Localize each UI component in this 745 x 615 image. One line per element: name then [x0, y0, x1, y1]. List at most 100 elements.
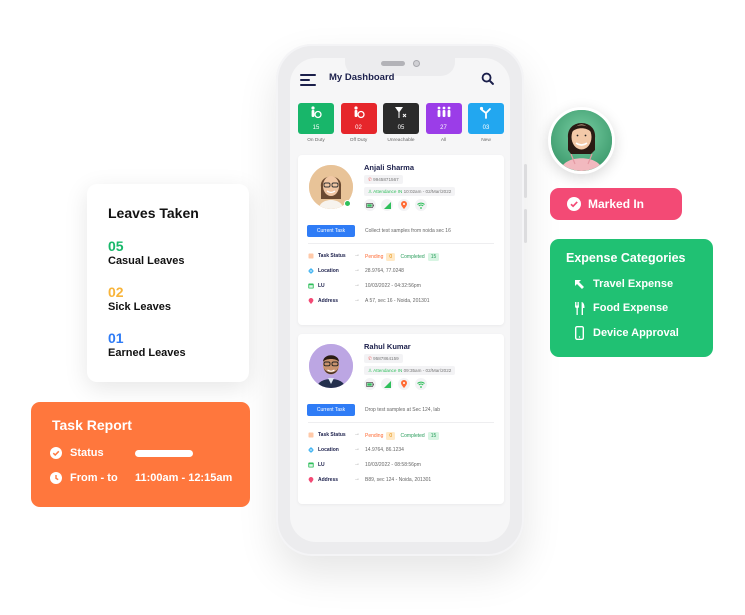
phone-chip[interactable]: ✆ 9945871567: [364, 175, 403, 184]
divider: [308, 243, 494, 244]
employee-name: Rahul Kumar: [364, 342, 411, 351]
leave-label: Sick Leaves: [108, 301, 171, 313]
from-to-label: From - to: [70, 472, 118, 484]
address-value: A 57, sec 16 - Noida, 201301: [365, 298, 430, 304]
employee-card[interactable]: Rahul Kumar ✆ 9587864159 ♙ Attendance IN…: [298, 334, 504, 504]
calendar-icon: [308, 283, 314, 289]
task-status-row: Task Status → Pending 0 Completed 15: [308, 251, 500, 263]
expense-item-travel[interactable]: Travel Expense: [574, 278, 673, 290]
front-camera: [413, 60, 420, 67]
leave-item-earned: 01 Earned Leaves: [108, 330, 186, 360]
marked-in-label: Marked In: [588, 197, 645, 211]
page-title: My Dashboard: [329, 72, 395, 83]
location-label: Location: [318, 268, 339, 274]
completed-count: 15: [427, 432, 440, 440]
expense-item-device[interactable]: Device Approval: [574, 326, 679, 340]
phone-screen: My Dashboard 15 On Duty 02 Off Duty 05 U…: [290, 58, 510, 542]
leave-count: 01: [108, 330, 124, 346]
device-status-icons: [364, 199, 427, 211]
task-description: Drop test samples at Sec 124, lab: [365, 407, 441, 413]
stat-unreachable[interactable]: 05 Unreachable: [383, 103, 419, 143]
address-row: Address → B89, sec 124 - Noida, 201301: [308, 475, 500, 487]
leave-count: 02: [108, 284, 124, 300]
lu-label: LU: [318, 283, 325, 289]
stat-label: Off Duty: [349, 138, 368, 143]
map-pin-icon: [308, 477, 314, 483]
stat-count: 27: [440, 125, 447, 131]
arrow-icon: →: [354, 461, 360, 467]
person-check-icon: [311, 106, 322, 119]
location-row: Location → 28.9764, 77.0248: [308, 266, 500, 278]
leave-label: Casual Leaves: [108, 255, 185, 267]
location-value: 14.9764, 86.1234: [365, 447, 404, 453]
attendance-chip: ♙ Attendance IN 09:35am - 02/Mar/2022: [364, 366, 456, 375]
arrow-icon: →: [354, 476, 360, 482]
address-row: Address → A 57, sec 16 - Noida, 201301: [308, 296, 500, 308]
leave-count: 05: [108, 238, 124, 254]
employee-card[interactable]: Anjali Sharma ✆ 9945871567 ♙ Attendance …: [298, 155, 504, 325]
completed-label: Completed: [400, 433, 425, 439]
search-icon[interactable]: [481, 72, 494, 85]
current-task-button[interactable]: Current Task: [307, 225, 355, 237]
last-updated-row: LU → 10/03/2022 - 04:32:56pm: [308, 281, 500, 293]
leaves-taken-card: Leaves Taken 05 Casual Leaves 02 Sick Le…: [87, 184, 249, 382]
wifi-icon: [415, 378, 427, 390]
marked-in-badge[interactable]: Marked In: [550, 188, 682, 220]
leave-item-casual: 05 Casual Leaves: [108, 238, 185, 268]
lu-value: 10/03/2022 - 08:58:56pm: [365, 462, 421, 468]
stat-count: 02: [355, 125, 362, 131]
expense-item-label: Travel Expense: [593, 278, 674, 290]
current-task-button[interactable]: Current Task: [307, 404, 355, 416]
leave-item-sick: 02 Sick Leaves: [108, 284, 171, 314]
location-row: Location → 14.9764, 86.1234: [308, 445, 500, 457]
phone-number: 9945871567: [373, 177, 399, 182]
attendance-label: Attendance IN: [373, 368, 403, 373]
expense-categories-card: Expense Categories Travel Expense Food E…: [550, 239, 713, 357]
phone-chip[interactable]: ✆ 9587864159: [364, 354, 403, 363]
arrow-icon: →: [354, 282, 360, 288]
signal-icon: [381, 199, 393, 211]
stat-all[interactable]: 27 All: [425, 103, 462, 143]
arrow-icon: →: [354, 252, 360, 258]
stat-new[interactable]: 03 New: [468, 103, 504, 143]
hamburger-menu-icon[interactable]: [300, 74, 316, 87]
person-off-icon: [353, 106, 365, 119]
employee-avatar: [548, 107, 615, 174]
map-pin-icon: [308, 298, 314, 304]
location-pin-icon: [398, 378, 410, 390]
crosshair-icon: [308, 268, 314, 274]
attendance-time: 10:02am - 02/Mar/2022: [403, 189, 452, 194]
status-row: Status: [50, 447, 193, 459]
from-to-row: From - to 11:00am - 12:15am: [50, 472, 232, 484]
leave-label: Earned Leaves: [108, 347, 186, 359]
stat-count: 03: [482, 125, 490, 131]
stat-on-duty[interactable]: 15 On Duty: [298, 103, 334, 143]
stat-off-duty[interactable]: 02 Off Duty: [340, 103, 377, 143]
status-bar: [135, 449, 193, 457]
group-icon: [437, 106, 450, 117]
completed-count: 15: [427, 253, 440, 261]
stat-label: New: [481, 138, 491, 143]
signal-icon: [381, 378, 393, 390]
lu-value: 10/03/2022 - 04:32:56pm: [365, 283, 421, 289]
person-icon: ♙: [368, 189, 373, 194]
task-description: Collect test samples from noida sec 16: [365, 228, 451, 234]
employee-name: Anjali Sharma: [364, 163, 415, 172]
location-value: 28.9764, 77.0248: [365, 268, 404, 274]
pending-count: 0: [386, 432, 396, 440]
battery-icon: [364, 199, 376, 211]
location-label: Location: [318, 447, 339, 453]
attendance-time: 09:35am - 02/Mar/2022: [403, 368, 452, 373]
wifi-icon: [415, 199, 427, 211]
pending-label: Pending: [365, 254, 384, 260]
speaker-grille: [381, 61, 405, 66]
mobile-device-icon: [574, 326, 585, 340]
check-circle-icon: [50, 447, 62, 459]
completed-label: Completed: [400, 254, 425, 260]
task-report-card: Task Report Status From - to 11:00am - 1…: [31, 402, 250, 507]
location-pin-icon: [398, 199, 410, 211]
expense-item-food[interactable]: Food Expense: [574, 301, 668, 315]
last-updated-row: LU → 10/03/2022 - 08:58:56pm: [308, 460, 500, 472]
pending-count: 0: [386, 253, 396, 261]
arrow-icon: →: [354, 267, 360, 273]
